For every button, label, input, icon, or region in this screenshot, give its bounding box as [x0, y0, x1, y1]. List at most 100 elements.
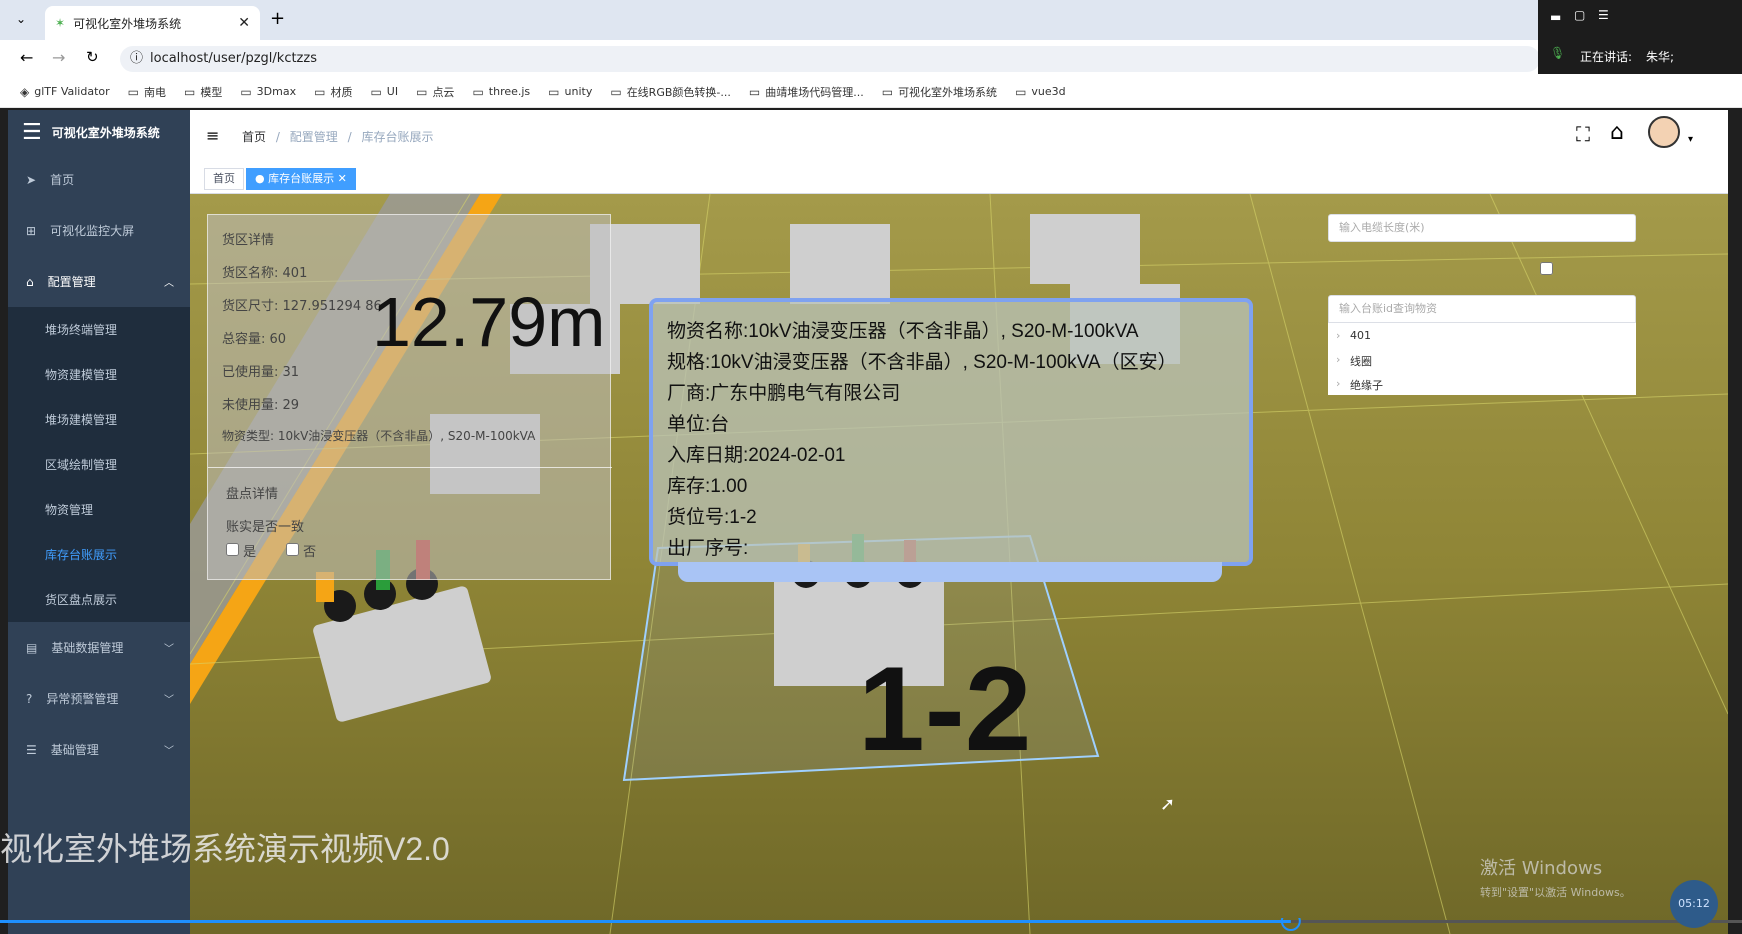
sidebar-item-config[interactable]: ⌂ 配置管理 ︿ [8, 256, 190, 307]
bookmark-item[interactable]: ▭ 曲靖堆场代码管理... [749, 84, 864, 100]
tree-node[interactable]: 401 [1336, 329, 1371, 342]
forward-icon[interactable]: → [52, 48, 65, 67]
folder-icon: ▭ [314, 84, 326, 99]
watermark-line1: 激活 Windows [1480, 858, 1603, 879]
bookmark-label: 可视化室外堆场系统 [898, 85, 998, 99]
cargo-name-row: 货区名称: 401 [222, 262, 307, 281]
bookmark-item[interactable]: ▭ 南电 [128, 84, 166, 100]
no-option[interactable]: 否 [286, 541, 316, 560]
measurement-label: 12.79m [372, 283, 606, 361]
used-label: 已使用量: [222, 365, 279, 380]
material-info-popup: 物资名称:10kV油浸变压器（不含非晶）, S20-M-100kVA 规格:10… [649, 298, 1253, 566]
caret-down-icon[interactable]: ▾ [1688, 134, 1693, 145]
popup-slot: 货位号:1-2 [667, 507, 757, 528]
bookmark-item[interactable]: ▭ 3Dmax [240, 85, 296, 99]
video-progress[interactable] [0, 918, 1742, 934]
sidebar-item-label: 配置管理 [47, 275, 96, 289]
submenu-item[interactable]: 区域绘制管理 [8, 442, 190, 487]
speaker-name: 朱华; [1646, 50, 1675, 64]
folder-icon: ▭ [416, 84, 428, 99]
tab-title: 可视化室外堆场系统 [73, 16, 182, 31]
menu-icon[interactable]: ☰ [1598, 8, 1609, 22]
tree-node[interactable]: 线圈 [1336, 353, 1372, 369]
avatar[interactable] [1648, 116, 1680, 148]
tag-home[interactable]: 首页 [204, 168, 244, 190]
bookmark-label: vue3d [1031, 85, 1066, 98]
popup-spec: 规格:10kV油浸变压器（不含非晶）, S20-M-100kVA（区安） [667, 352, 1177, 373]
check-title: 盘点详情 [226, 487, 279, 502]
sidebar-item-label: 异常预警管理 [46, 692, 119, 706]
hamburger-icon[interactable]: ≡ [206, 126, 219, 145]
submenu-item[interactable]: 堆场建模管理 [8, 397, 190, 442]
watermark-line2: 转到"设置"以激活 Windows。 [1480, 886, 1631, 899]
tags-view: 首页 ● 库存台账展示 ✕ [190, 164, 1728, 194]
panel-title: 货区详情 [222, 233, 275, 248]
bookmark-item[interactable]: ◈ glTF Validator [20, 85, 110, 99]
bookmark-label: 曲靖堆场代码管理... [765, 85, 864, 99]
bookmark-item[interactable]: ▭ vue3d [1015, 85, 1066, 99]
fullscreen-icon[interactable]: ⛶ [1576, 122, 1590, 146]
video-caption: 视化室外堆场系统演示视频V2.0 [0, 831, 450, 867]
window-icon[interactable]: ▢ [1574, 8, 1585, 22]
back-icon[interactable]: ← [20, 48, 33, 67]
tag-inventory[interactable]: ● 库存台账展示 ✕ [246, 168, 356, 190]
url-field[interactable]: ⓘ localhost/user/pzgl/kctzzs [120, 46, 1540, 72]
sidebar-item-label: 首页 [50, 173, 75, 187]
yes-checkbox[interactable] [226, 543, 239, 556]
bookmark-item[interactable]: ▭ UI [370, 85, 398, 99]
app-title: 可视化室外堆场系统 [51, 125, 160, 140]
cargo-size-value: 127.951294 86 [282, 299, 382, 314]
cable-length-input[interactable]: 输入电缆长度(米) [1328, 214, 1636, 242]
bookmark-item[interactable]: ▭ 可视化室外堆场系统 [882, 84, 997, 100]
submenu-item[interactable]: 堆场终端管理 [8, 307, 190, 352]
divider [208, 467, 612, 468]
bookmark-item[interactable]: ▭ 在线RGB颜色转换-... [610, 84, 731, 100]
bookmark-item[interactable]: ▭ unity [548, 85, 592, 99]
sidebar-item-monitor[interactable]: ⊞ 可视化监控大屏 [8, 205, 190, 256]
ledger-query-input[interactable]: 输入台账id查询物资 [1328, 295, 1636, 323]
url-text: localhost/user/pzgl/kctzzs [150, 51, 317, 66]
check-question: 账实是否一致 [226, 520, 305, 535]
send-icon: ➤ [26, 172, 37, 187]
breadcrumb-home[interactable]: 首页 [242, 130, 266, 144]
list-icon: ☰ [26, 742, 37, 757]
bookmark-item[interactable]: ▭ 材质 [314, 84, 352, 100]
bookmark-item[interactable]: ▭ 点云 [416, 84, 454, 100]
breadcrumb-config[interactable]: 配置管理 [290, 130, 338, 144]
reload-icon[interactable]: ↻ [86, 48, 99, 66]
capacity-value: 60 [269, 332, 287, 347]
tab-list-chevron-icon[interactable]: ⌄ [16, 12, 26, 26]
folder-icon: ▭ [1015, 84, 1027, 99]
bookmark-label: glTF Validator [34, 85, 110, 98]
cargo-detail-panel: 货区详情 货区名称: 401 货区尺寸: 127.951294 86 总容量: … [207, 214, 612, 580]
no-checkbox[interactable] [286, 543, 299, 556]
submenu-item[interactable]: 物资建模管理 [8, 352, 190, 397]
video-time: 05:12 [1678, 897, 1710, 910]
submenu-item[interactable]: 库存台账展示 [8, 532, 190, 577]
submenu-item[interactable]: 货区盘点展示 [8, 577, 190, 622]
material-tree: 401 线圈 绝缘子 [1328, 323, 1636, 395]
bookmark-item[interactable]: ▭ three.js [472, 85, 530, 99]
sidebar-item-home[interactable]: ➤ 首页 [8, 154, 190, 205]
new-tab-icon[interactable]: + [270, 8, 285, 29]
minimize-icon[interactable]: ▬ [1550, 10, 1561, 24]
folder-icon: ▭ [881, 84, 894, 99]
yes-option[interactable]: 是 [226, 541, 256, 560]
chevron-down-icon: ﹀ [164, 644, 174, 655]
sidebar-item-bottom[interactable]: ☰ 基础管理 ﹀ [8, 724, 190, 775]
browser-tab[interactable]: ✶ 可视化室外堆场系统 ✕ [45, 6, 260, 40]
sidebar-item-bottom[interactable]: ▤ 基础数据管理 ﹀ [8, 622, 190, 673]
sidebar-item-bottom[interactable]: ? 异常预警管理 ﹀ [8, 673, 190, 724]
question-icon: ? [26, 691, 33, 706]
chevron-up-icon: ︿ [164, 278, 174, 289]
tree-node[interactable]: 绝缘子 [1336, 377, 1383, 393]
submenu-item[interactable]: 物资管理 [8, 487, 190, 532]
site-info-icon[interactable]: ⓘ [130, 46, 143, 72]
bookmark-item[interactable]: ▭ 模型 [184, 84, 222, 100]
ledger-query-placeholder: 输入台账id查询物资 [1339, 302, 1438, 315]
popup-name: 物资名称:10kV油浸变压器（不含非晶）, S20-M-100kVA [667, 321, 1139, 342]
tab-close-icon[interactable]: ✕ [238, 15, 250, 31]
option-checkbox[interactable] [1540, 262, 1553, 275]
home-icon[interactable]: ⌂ [1610, 120, 1624, 145]
cargo-name-value: 401 [282, 266, 308, 281]
